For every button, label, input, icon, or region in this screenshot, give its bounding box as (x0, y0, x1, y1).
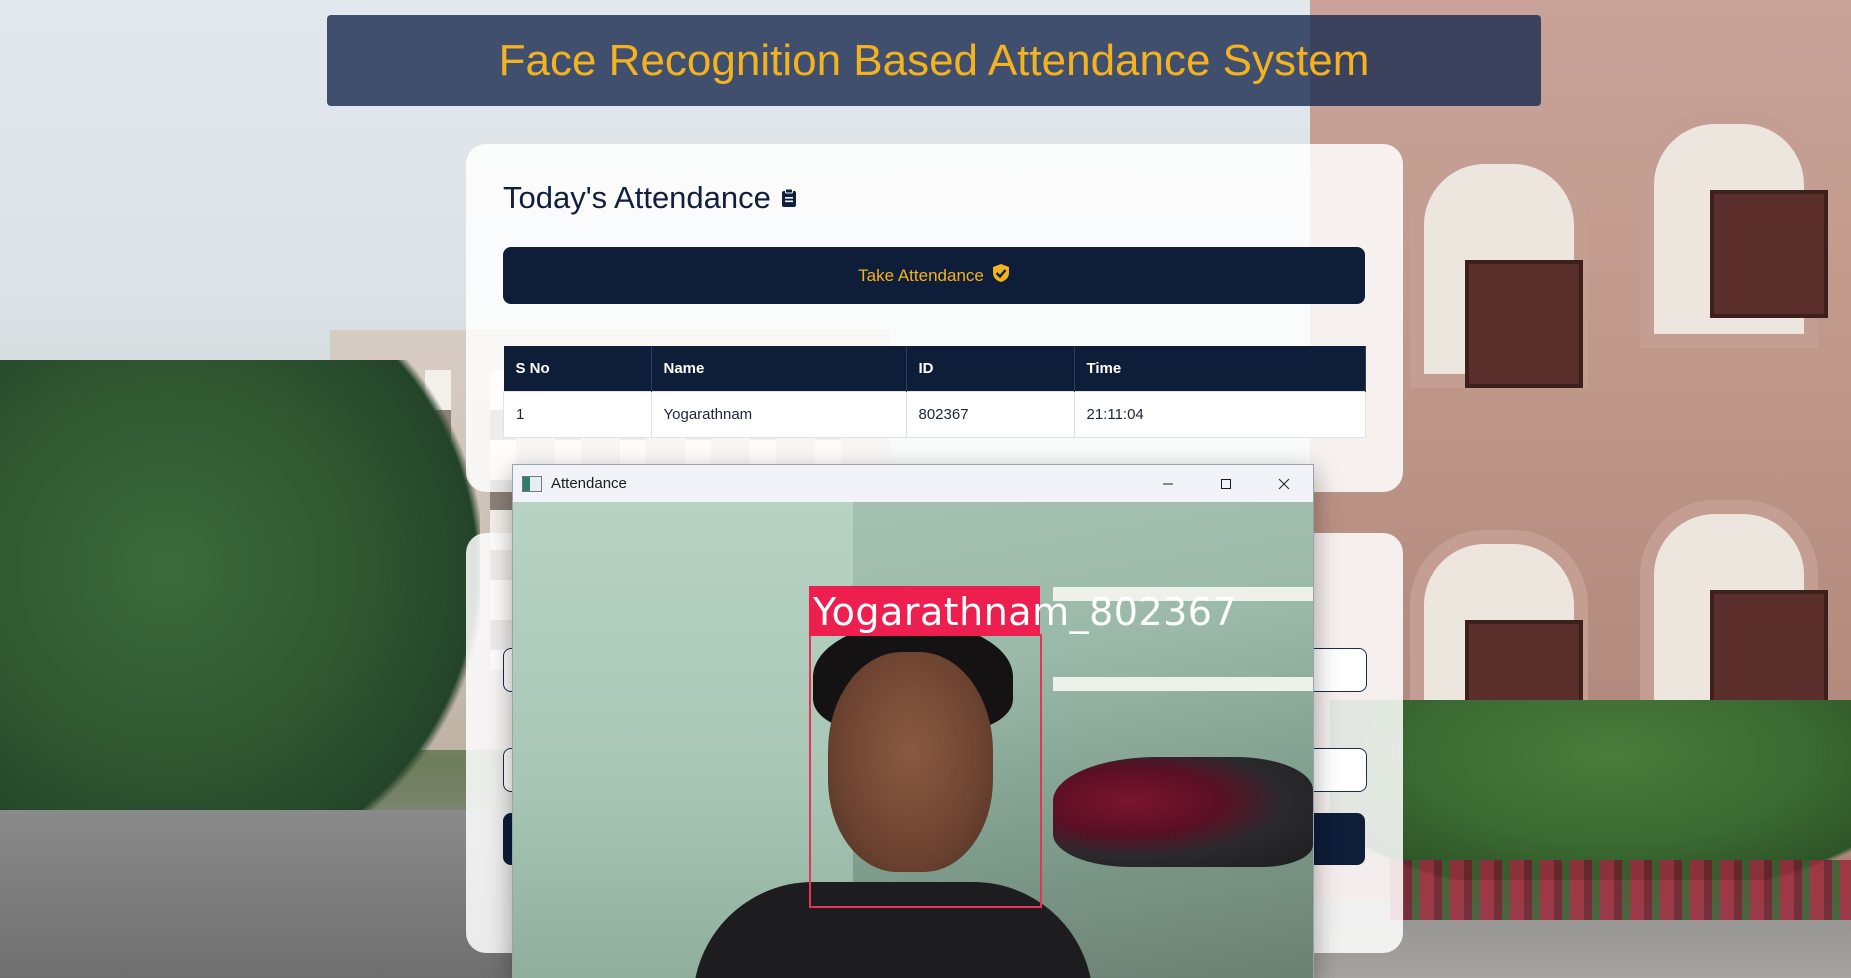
take-attendance-button[interactable]: Take Attendance (503, 247, 1365, 304)
minimize-icon (1163, 483, 1173, 484)
take-attendance-label: Take Attendance (858, 265, 984, 285)
col-header-id: ID (906, 346, 1075, 392)
close-button[interactable] (1255, 465, 1313, 502)
shelf (1053, 677, 1313, 691)
clipboard-icon (781, 188, 797, 208)
attendance-card-title: Today's Attendance (503, 180, 797, 216)
trees (0, 360, 480, 880)
minimize-button[interactable] (1139, 465, 1197, 502)
flower-bed (1390, 860, 1851, 920)
face-detection-box (809, 634, 1042, 908)
app-title: Face Recognition Based Attendance System (498, 35, 1370, 85)
hedge (1330, 700, 1851, 880)
attendance-table: S No Name ID Time 1 Yogarathnam 802367 2… (503, 346, 1366, 438)
col-header-time: Time (1074, 346, 1366, 392)
shield-check-icon (992, 263, 1010, 288)
window-app-icon (522, 475, 542, 492)
col-header-name: Name (651, 346, 907, 392)
maximize-icon (1221, 478, 1231, 489)
detection-label: Yogarathnam_802367 (813, 590, 1238, 634)
camera-window[interactable]: Attendance Yogarathnam_802367 (512, 464, 1314, 978)
window-titlebar[interactable]: Attendance (513, 465, 1313, 502)
cell-name: Yogarathnam (650, 391, 907, 438)
cell-id: 802367 (905, 391, 1075, 438)
table-row: 1 Yogarathnam 802367 21:11:04 (503, 391, 1366, 438)
close-icon (1278, 478, 1290, 489)
cell-time: 21:11:04 (1073, 391, 1366, 438)
table-header-row: S No Name ID Time (503, 346, 1366, 392)
cell-sno: 1 (503, 391, 652, 438)
clothes-pile (1053, 757, 1313, 867)
app-header: Face Recognition Based Attendance System (327, 15, 1541, 106)
window-title: Attendance (551, 475, 627, 492)
col-header-sno: S No (503, 346, 652, 392)
maximize-button[interactable] (1197, 465, 1255, 502)
camera-feed: Yogarathnam_802367 (513, 502, 1313, 978)
attendance-title-text: Today's Attendance (503, 180, 771, 215)
window-controls (1139, 465, 1313, 502)
attendance-card: Today's Attendance Take Attendance S No … (466, 144, 1403, 492)
